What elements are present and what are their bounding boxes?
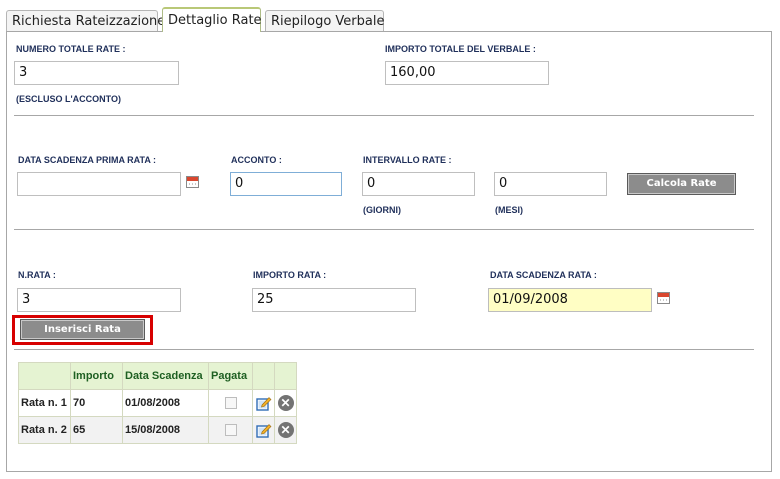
divider <box>14 115 754 116</box>
delete-icon[interactable]: ✕ <box>277 422 294 438</box>
table-header-data-scadenza: Data Scadenza <box>122 362 209 390</box>
importo-rata-label: IMPORTO RATA : <box>253 270 327 280</box>
pagata-checkbox[interactable] <box>224 397 237 410</box>
edit-cell <box>252 416 275 444</box>
rata-label: Rata n. 1 <box>18 389 71 417</box>
table-header-row: Importo Data Scadenza Pagata <box>18 362 297 390</box>
delete-cell: ✕ <box>274 389 297 417</box>
calcola-rate-button[interactable]: Calcola Rate <box>627 173 736 195</box>
calendar-icon[interactable] <box>186 176 199 188</box>
table-header-cell <box>18 362 71 390</box>
rata-label: Rata n. 2 <box>18 416 71 444</box>
table-row: Rata n. 1 70 01/08/2008 ✕ <box>18 389 297 417</box>
calendar-icon[interactable] <box>657 292 670 304</box>
numero-totale-rate-label: NUMERO TOTALE RATE : <box>16 44 126 54</box>
rata-data-scadenza: 15/08/2008 <box>122 416 209 444</box>
table-header-pagata: Pagata <box>208 362 253 390</box>
delete-cell: ✕ <box>274 416 297 444</box>
n-rata-label: N.RATA : <box>18 270 56 280</box>
importo-rata-field[interactable]: 25 <box>252 288 416 312</box>
divider <box>14 349 754 350</box>
tab-richiesta-rateizzazione[interactable]: Richiesta Rateizzazione <box>6 10 165 31</box>
pagata-checkbox[interactable] <box>224 424 237 437</box>
pagata-cell <box>208 416 253 444</box>
importo-totale-field[interactable]: 160,00 <box>385 61 549 85</box>
pagata-cell <box>208 389 253 417</box>
mesi-unit-label: (MESI) <box>495 205 523 215</box>
edit-icon[interactable] <box>255 422 272 438</box>
divider <box>14 229 754 230</box>
rata-data-scadenza: 01/08/2008 <box>122 389 209 417</box>
intervallo-rate-label: INTERVALLO RATE : <box>363 155 452 165</box>
escluso-acconto-note: (ESCLUSO L'ACCONTO) <box>16 94 121 104</box>
data-scadenza-prima-rata-label: DATA SCADENZA PRIMA RATA : <box>18 155 156 165</box>
tab-dettaglio-rate[interactable]: Dettaglio Rate <box>162 7 262 32</box>
acconto-field[interactable]: 0 <box>230 172 342 196</box>
numero-totale-rate-field[interactable]: 3 <box>14 61 179 85</box>
intervallo-giorni-field[interactable]: 0 <box>362 172 475 196</box>
table-header-cell <box>274 362 297 390</box>
data-scadenza-prima-rata-field[interactable] <box>17 172 181 196</box>
table-row: Rata n. 2 65 15/08/2008 ✕ <box>18 416 297 444</box>
table-header-importo: Importo <box>70 362 123 390</box>
acconto-label: ACCONTO : <box>231 155 282 165</box>
n-rata-field[interactable]: 3 <box>17 288 181 312</box>
rata-importo: 65 <box>70 416 123 444</box>
edit-cell <box>252 389 275 417</box>
giorni-unit-label: (GIORNI) <box>363 205 401 215</box>
tab-riepilogo-verbale[interactable]: Riepilogo Verbale <box>265 10 384 31</box>
intervallo-mesi-field[interactable]: 0 <box>494 172 607 196</box>
data-scadenza-rata-field[interactable]: 01/09/2008 <box>488 288 652 312</box>
importo-totale-label: IMPORTO TOTALE DEL VERBALE : <box>385 44 536 54</box>
rata-importo: 70 <box>70 389 123 417</box>
table-header-cell <box>252 362 275 390</box>
inserisci-rata-button[interactable]: Inserisci Rata <box>20 319 145 340</box>
rate-table: Importo Data Scadenza Pagata Rata n. 1 7… <box>18 362 297 444</box>
data-scadenza-rata-label: DATA SCADENZA RATA : <box>490 270 597 280</box>
edit-icon[interactable] <box>255 395 272 411</box>
delete-icon[interactable]: ✕ <box>277 395 294 411</box>
